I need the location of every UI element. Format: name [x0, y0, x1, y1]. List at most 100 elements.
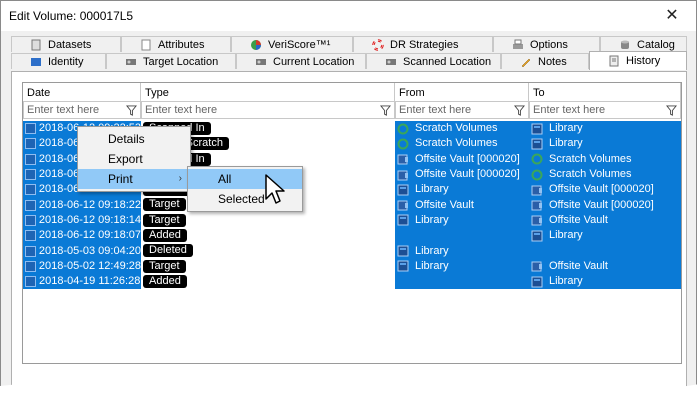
location-icon — [125, 56, 137, 68]
title-bar: Edit Volume: 000017L5 ✕ — [1, 1, 696, 31]
funnel-icon[interactable] — [666, 105, 677, 116]
tab-dr-strategies[interactable]: DR Strategies — [353, 36, 493, 52]
table-row[interactable]: Library — [395, 243, 529, 259]
table-row[interactable]: Target — [141, 259, 395, 274]
tab-catalog[interactable]: Catalog — [600, 36, 687, 52]
submenu-arrow-icon: › — [178, 173, 182, 184]
tab-attributes[interactable]: Attributes — [121, 36, 231, 52]
history-panel: Date Enter text here 2018-06-12 09:22:53… — [11, 71, 687, 389]
tab-options[interactable]: Options — [493, 36, 600, 52]
table-row[interactable]: Library — [395, 182, 529, 198]
funnel-icon[interactable] — [126, 105, 137, 116]
tab-label: Notes — [538, 55, 567, 68]
close-icon[interactable]: ✕ — [652, 3, 692, 27]
from-column-header[interactable]: From — [395, 83, 529, 101]
menu-item-label: Print — [108, 172, 133, 186]
from-location: Scratch Volumes — [415, 137, 498, 150]
tab-scanned-location[interactable]: Scanned Location — [366, 53, 501, 69]
tab-identity[interactable]: Identity — [11, 53, 106, 69]
table-row[interactable]: Offsite Vault [000020] — [529, 182, 681, 198]
vault-icon — [397, 199, 409, 211]
table-row[interactable]: Scratch Volumes — [395, 136, 529, 152]
table-row[interactable]: Offsite Vault [000020] — [529, 197, 681, 213]
to-location: Scratch Volumes — [549, 168, 632, 181]
blank-page-icon — [140, 39, 152, 51]
from-filter-field[interactable]: Enter text here — [395, 101, 529, 119]
date-column-header[interactable]: Date — [23, 83, 141, 101]
filter-placeholder: Enter text here — [145, 104, 218, 116]
table-row[interactable]: Library — [529, 136, 681, 152]
from-location: Library — [415, 244, 449, 257]
menu-item-details[interactable]: Details — [78, 129, 190, 149]
tab-veriscore[interactable]: VeriScore™¹ — [231, 36, 353, 52]
table-row[interactable]: 2018-05-03 09:04:20 — [23, 243, 141, 259]
calendar-icon — [25, 199, 36, 211]
id-card-icon — [30, 56, 42, 68]
tab-notes[interactable]: Notes — [501, 53, 589, 69]
library-icon — [397, 260, 409, 272]
tab-label: Datasets — [48, 38, 92, 51]
table-row[interactable]: Library — [395, 258, 529, 274]
tab-datasets[interactable]: Datasets — [11, 36, 121, 52]
type-column-header[interactable]: Type — [141, 83, 395, 101]
tab-label: Options — [530, 38, 568, 51]
funnel-icon[interactable] — [514, 105, 525, 116]
table-row[interactable]: Library — [395, 212, 529, 229]
table-row[interactable]: Scratch Volumes — [529, 151, 681, 167]
menu-item-export[interactable]: Export — [78, 149, 190, 169]
calendar-icon — [25, 214, 36, 226]
library-icon — [397, 245, 409, 257]
tab-target-location[interactable]: Target Location — [106, 53, 236, 69]
calendar-icon — [25, 138, 36, 150]
tab-label: Catalog — [637, 38, 675, 51]
recycle-icon — [397, 123, 409, 135]
table-row[interactable]: Offsite Vault [000020] — [395, 151, 529, 167]
table-row[interactable]: Offsite Vault — [395, 197, 529, 213]
tab-row-top: Datasets Attributes VeriScore™¹ DR Strategi… — [11, 36, 687, 53]
table-row[interactable]: 2018-06-12 09:18:07 — [23, 228, 141, 244]
funnel-icon[interactable] — [380, 105, 391, 116]
history-icon — [608, 55, 620, 67]
from-location: Offsite Vault — [415, 198, 474, 211]
vault-icon — [397, 169, 409, 181]
tab-label: Attributes — [158, 38, 205, 51]
table-row[interactable]: Offsite Vault [000020] — [395, 166, 529, 183]
table-row[interactable] — [395, 273, 529, 290]
lifebuoy-icon — [372, 38, 384, 51]
tab-current-location[interactable]: Current Location — [236, 53, 366, 69]
to-column-header[interactable]: To — [529, 83, 681, 101]
date-value: 2018-06-12 09:18:22 — [38, 198, 141, 211]
table-row[interactable]: Library — [529, 121, 681, 137]
table-row[interactable]: Deleted — [141, 243, 395, 258]
table-row[interactable]: Scratch Volumes — [395, 121, 529, 137]
submenu-item-label: All — [218, 172, 232, 186]
tab-row-bottom: Identity Target Location Current Location S… — [11, 51, 687, 70]
to-location: Library — [549, 122, 583, 135]
from-location: Library — [415, 213, 449, 226]
vault-icon — [531, 214, 543, 226]
table-row[interactable]: Library — [529, 273, 681, 290]
table-row[interactable] — [529, 243, 681, 259]
type-column: Type Enter text here Scanned InTarget !S… — [141, 83, 395, 363]
calendar-icon — [25, 230, 36, 242]
table-row[interactable]: 2018-05-02 12:49:28 — [23, 258, 141, 274]
table-row[interactable]: Scratch Volumes — [529, 166, 681, 183]
table-row[interactable]: 2018-06-12 09:18:22 — [23, 197, 141, 213]
table-row[interactable]: Library — [529, 228, 681, 244]
menu-item-print[interactable]: Print › — [78, 169, 190, 189]
type-filter-field[interactable]: Enter text here — [141, 101, 395, 119]
table-row[interactable]: Added — [141, 274, 395, 289]
table-row[interactable]: Target — [141, 213, 395, 228]
table-row[interactable]: Offsite Vault — [529, 258, 681, 274]
date-filter-field[interactable]: Enter text here — [23, 101, 141, 119]
date-value: 2018-05-02 12:49:28 — [38, 259, 141, 272]
table-row[interactable]: 2018-06-12 09:18:14 — [23, 212, 141, 229]
tab-history[interactable]: History — [589, 51, 687, 70]
table-row[interactable] — [395, 228, 529, 244]
to-filter-field[interactable]: Enter text here — [529, 101, 681, 119]
vault-icon — [531, 184, 543, 196]
table-row[interactable]: Offsite Vault — [529, 212, 681, 229]
table-row[interactable]: 2018-04-19 11:26:28 — [23, 273, 141, 290]
table-row[interactable]: Added — [141, 228, 395, 243]
library-icon — [397, 214, 409, 226]
